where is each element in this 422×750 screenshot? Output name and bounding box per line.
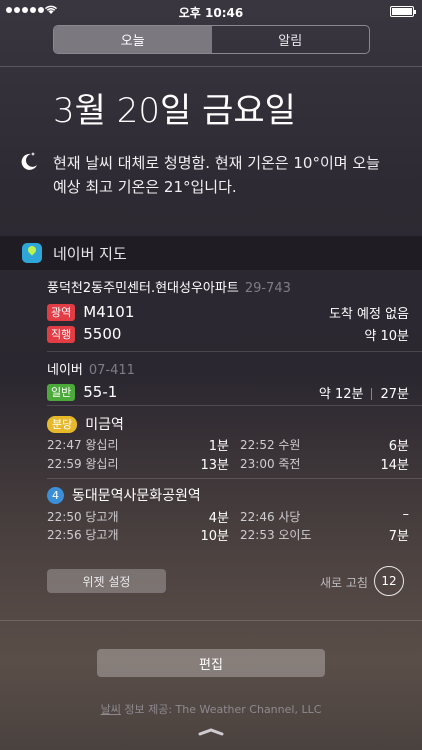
route-number: 55-1 [83, 383, 118, 401]
bus-stop-card[interactable]: 네이버 07-411 일반 55-1 약 12분 27분 [47, 359, 409, 402]
route-type-badge: 광역 [47, 303, 76, 321]
bus-stop-name: 풍덕천2동주민센터.현대성우아파트 [47, 281, 239, 296]
route-number: 5500 [83, 325, 122, 343]
bus-stop-header: 풍덕천2동주민센터.현대성우아파트 29-743 [47, 277, 409, 299]
view-segmented-control: 오늘 알림 [53, 25, 370, 54]
station-header: 4 동대문역사문화공원역 [47, 484, 409, 506]
tab-notifications[interactable]: 알림 [212, 26, 370, 53]
arrival-eta: 약 12분 [318, 386, 364, 402]
naver-map-app-icon [22, 243, 42, 263]
train-time: 22:52 수원 [240, 438, 301, 452]
today-date: 3월 20일 금요일 [53, 91, 296, 131]
route-type-badge: 일반 [47, 383, 76, 401]
weather-credit-link[interactable]: 날씨 [101, 703, 121, 716]
refresh-icon[interactable]: 12 [374, 566, 404, 596]
bus-stop-id: 07-411 [88, 363, 135, 378]
subway-station-card[interactable]: 분당 미금역 [47, 413, 409, 435]
tab-today[interactable]: 오늘 [54, 26, 212, 53]
weather-credit-text: 정보 제공: The Weather Channel, LLC [120, 703, 322, 716]
train-time: 22:50 당고개 [47, 510, 119, 524]
moon-icon [21, 152, 37, 170]
train-time: 22:47 왕십리 [47, 438, 119, 452]
train-minutes: 1분 [208, 439, 229, 454]
arrival-eta: 도착 예정 없음 [328, 306, 409, 322]
bus-stop-name: 네이버 [47, 363, 83, 378]
station-header: 분당 미금역 [47, 413, 409, 435]
train-time: 22:46 사당 [240, 510, 301, 524]
bus-route-row: 일반 55-1 약 12분 27분 [47, 381, 409, 403]
route-type-badge: 직행 [47, 325, 76, 343]
widget-title: 네이버 지도 [53, 245, 127, 263]
bus-route-row: 직행 5500 약 10분 [47, 323, 409, 345]
line-badge: 4 [47, 486, 64, 504]
divider [371, 388, 373, 400]
weather-line-2: 예상 최고 기온은 21°입니다. [53, 178, 237, 196]
weather-credit: 날씨 정보 제공: The Weather Channel, LLC [0, 701, 422, 717]
subway-station-card[interactable]: 4 동대문역사문화공원역 [47, 484, 409, 506]
divider [47, 478, 422, 479]
train-minutes: 4분 [208, 511, 229, 526]
refresh-count: 12 [381, 574, 397, 588]
train-minutes: 14분 [380, 458, 409, 473]
station-name: 미금역 [85, 417, 124, 433]
refresh-label: 새로 고침 [320, 576, 368, 590]
battery-icon [390, 6, 416, 17]
train-minutes: 10분 [200, 529, 229, 544]
station-name: 동대문역사문화공원역 [72, 488, 201, 504]
bus-stop-header: 네이버 07-411 [47, 359, 409, 381]
train-time: 22:59 왕십리 [47, 457, 119, 471]
train-time: 22:56 당고개 [47, 528, 119, 542]
arrival-eta: 27분 [380, 386, 409, 402]
divider [0, 66, 422, 67]
arrival-etas: 약 12분 27분 [319, 383, 409, 402]
train-time: 22:53 오이도 [240, 528, 312, 542]
route-number: M4101 [83, 303, 135, 321]
divider [47, 351, 422, 352]
edit-button[interactable]: 편집 [97, 649, 325, 677]
status-bar: 오후 10:46 [0, 0, 422, 22]
train-minutes: 13분 [200, 458, 229, 473]
train-minutes: 6분 [388, 439, 409, 454]
weather-summary: 현재 날씨 대체로 청명함. 현재 기온은 10°이며 오늘 예상 최고 기온은… [53, 151, 398, 199]
train-time: 23:00 죽전 [240, 457, 301, 471]
train-minutes: – [402, 507, 410, 522]
weather-line-1: 현재 날씨 대체로 청명함. 현재 기온은 10°이며 오늘 [53, 154, 380, 172]
bus-stop-card[interactable]: 풍덕천2동주민센터.현대성우아파트 29-743 광역 M4101 도착 예정 없… [47, 277, 409, 344]
divider [47, 405, 422, 406]
grabber-handle-icon[interactable] [198, 728, 224, 736]
divider [0, 620, 422, 621]
line-badge: 분당 [47, 415, 78, 433]
widget-header: 네이버 지도 [0, 236, 422, 270]
widget-settings-button[interactable]: 위젯 설정 [47, 569, 166, 593]
bus-stop-id: 29-743 [244, 281, 291, 296]
bus-route-row: 광역 M4101 도착 예정 없음 [47, 301, 409, 323]
status-time: 오후 10:46 [178, 6, 244, 20]
arrival-eta: 약 10분 [364, 328, 409, 344]
train-minutes: 7분 [388, 529, 409, 544]
